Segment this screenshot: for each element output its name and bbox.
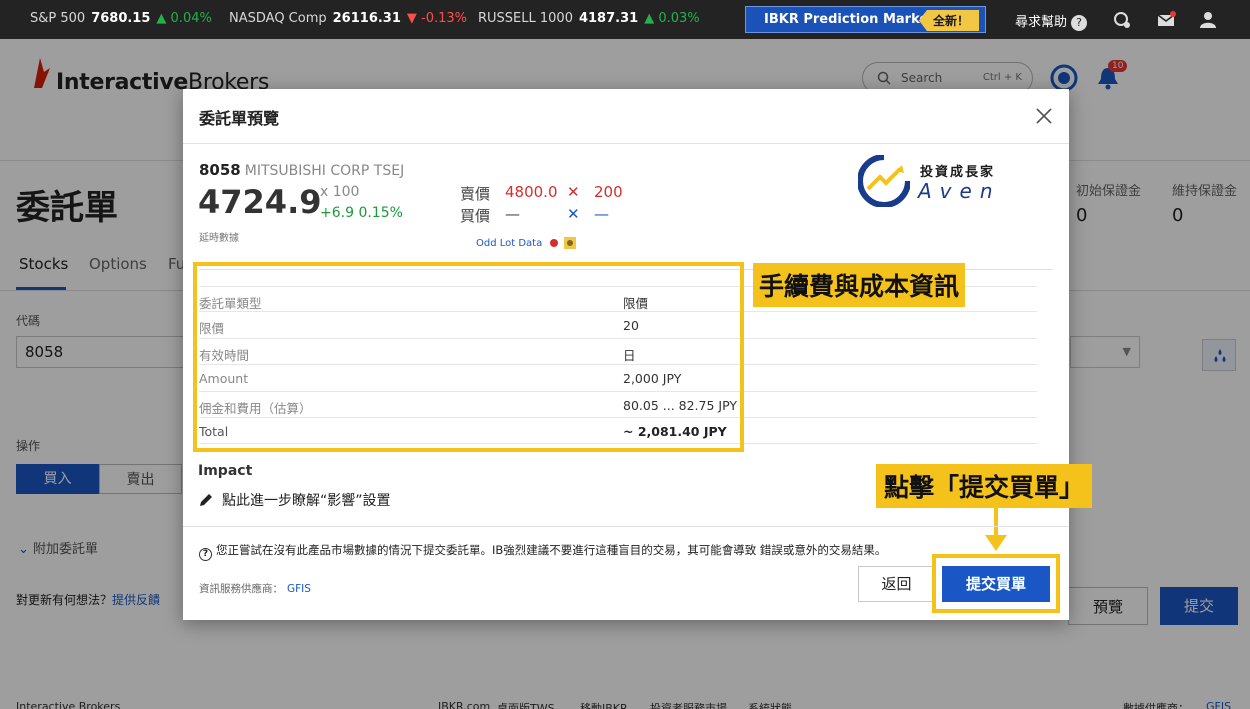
new-badge: 全新！ [918, 10, 979, 31]
brand-name: 投資成長家 [920, 165, 996, 180]
mail-icon[interactable] [1156, 10, 1176, 30]
arrow-down-icon [985, 507, 1007, 551]
ask-price: 4800.0 [505, 183, 558, 201]
dialog-footer-divider [183, 526, 1069, 527]
ask-label: 賣價 [460, 185, 491, 203]
ticker-change: ▼ -0.13% [406, 11, 468, 26]
ticker-russell[interactable]: RUSSELL 1000 4187.31 ▲ 0.03% [478, 11, 700, 26]
quote-symbol: 8058 MITSUBISHI CORP TSEJ [199, 161, 404, 179]
help-link[interactable]: 尋求幫助? [1015, 11, 1088, 31]
chat-icon[interactable] [1112, 10, 1132, 30]
user-icon[interactable] [1198, 10, 1218, 30]
ask-x-icon: ✕ [567, 183, 580, 201]
symbol-code: 8058 [199, 161, 241, 179]
fees-annotation: 手續費與成本資訊 [753, 263, 966, 307]
provider-link[interactable]: GFIS [287, 583, 311, 595]
fees-highlight-box [193, 262, 744, 452]
ticker-name: S&P 500 [30, 11, 86, 26]
help-icon: ? [1071, 15, 1088, 31]
market-ticker-bar: S&P 500 7680.15 ▲ 0.04% NASDAQ Comp 26116.3… [0, 0, 1250, 39]
bid-label: 買價 [460, 207, 491, 225]
ask-size: 200 [594, 183, 623, 201]
impact-settings-link[interactable]: 點此進一步瞭解“影響”設置 [198, 490, 391, 510]
ticker-sp500[interactable]: S&P 500 7680.15 ▲ 0.04% [30, 11, 212, 26]
ticker-price: 26116.31 [332, 11, 401, 26]
brand-logo-icon [858, 155, 910, 207]
last-price: 4724.9 [198, 183, 322, 221]
odd-lot-link[interactable]: Odd Lot Data [476, 238, 542, 249]
close-icon[interactable] [1035, 107, 1053, 125]
ticker-price: 7680.15 [91, 11, 151, 26]
odd-lot-row: Odd Lot Data [476, 237, 577, 249]
submit-annotation: 點擊「提交買單」 [876, 464, 1093, 508]
delayed-data-label: 延時數據 [199, 233, 239, 244]
symbol-name: MITSUBISHI CORP TSEJ [244, 163, 405, 179]
pencil-icon [200, 494, 212, 506]
prediction-markets-label: IBKR Prediction Markets [764, 12, 943, 27]
price-change: +6.9 0.15% [320, 205, 403, 221]
no-market-data-warning: ? 您正嘗試在沒有此產品市場數據的情況下提交委託單。IB強烈建議不要進行這種盲目的… [199, 542, 886, 561]
back-button[interactable]: 返回 [858, 566, 935, 602]
ticker-name: RUSSELL 1000 [478, 11, 573, 26]
ticker-change: ▲ 0.03% [644, 11, 700, 26]
order-preview-dialog: 委託單預覽 8058 MITSUBISHI CORP TSEJ 4724.9 x … [183, 89, 1093, 620]
dialog-title-divider [183, 143, 1069, 144]
bid-row: 買價 — ✕ — [460, 205, 609, 226]
warning-text: 您正嘗試在沒有此產品市場數據的情況下提交委託單。IB強烈建議不要進行這種盲目的交… [216, 543, 887, 557]
odd-lot-settings-icon[interactable] [564, 237, 577, 249]
bid-price: — [505, 205, 520, 223]
dialog-title: 委託單預覽 [199, 109, 280, 128]
ticker-price: 4187.31 [578, 11, 639, 26]
brand-signature: Aven [918, 179, 1001, 203]
data-provider: 資訊服務供應商： GFIS [199, 581, 311, 596]
prediction-markets-button[interactable]: IBKR Prediction Markets 全新！ [745, 6, 986, 33]
ticker-name: NASDAQ Comp [229, 11, 327, 26]
bid-size: — [594, 205, 609, 223]
ticker-change: ▲ 0.04% [156, 11, 212, 26]
question-circle-icon: ? [199, 548, 212, 561]
ask-row: 賣價 4800.0 ✕ 200 [460, 183, 623, 204]
multiplier: x 100 [320, 184, 360, 200]
help-label: 尋求幫助 [1015, 15, 1068, 30]
bid-x-icon: ✕ [567, 205, 580, 223]
ticker-nasdaq[interactable]: NASDAQ Comp 26116.31 ▼ -0.13% [229, 11, 467, 26]
impact-link-label: 點此進一步瞭解“影響”設置 [222, 493, 391, 509]
status-dot-icon [550, 239, 559, 247]
provider-label: 資訊服務供應商： [199, 583, 283, 595]
submit-highlight-box [932, 554, 1060, 613]
impact-title: Impact [198, 463, 253, 479]
brand-watermark: 投資成長家 Aven [858, 155, 1018, 209]
